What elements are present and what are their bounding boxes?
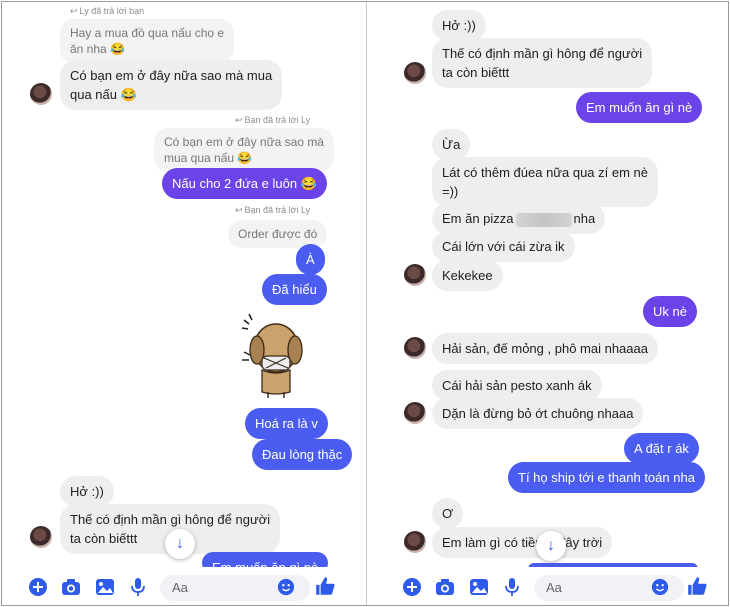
received-message[interactable]: Lát có thêm đúea nữa qua zí em nè =)) [432, 157, 659, 207]
microphone-icon[interactable] [502, 577, 522, 597]
sent-message[interactable]: A đặt r ák [624, 433, 699, 464]
received-message[interactable]: Ừa [432, 129, 471, 160]
left-chat-panel: ↩ Ly đã trả lời bạn Hay a mua đồ qua nấu … [2, 2, 365, 605]
received-message[interactable]: Cái hải sản pesto xanh ák [432, 370, 602, 401]
avatar[interactable] [30, 526, 52, 548]
crying-dog-sticker[interactable] [240, 312, 314, 400]
screenshot-frame: ↩ Ly đã trả lời bạn Hay a mua đồ qua nấu … [1, 1, 729, 606]
right-chat-panel: Hở :)) Thế có định mần gì hông để người … [368, 2, 728, 605]
avatar[interactable] [404, 62, 426, 84]
scroll-down-button[interactable]: ↓ [165, 529, 195, 559]
microphone-icon[interactable] [128, 577, 148, 597]
received-message[interactable]: Hải sản, đế mỏng , phô mai nhaaaa [432, 333, 658, 364]
sent-message[interactable]: À [296, 244, 325, 275]
gallery-icon[interactable] [95, 577, 115, 597]
quoted-message[interactable]: Có bạn em ở đây nữa sao mà mua qua nấu 😂 [154, 128, 334, 172]
reply-header: ↩ Bạn đã trả lời Ly [235, 115, 311, 125]
composer-toolbar: Aa [368, 567, 728, 605]
received-message[interactable]: Hở :)) [60, 476, 114, 507]
received-message[interactable]: Em ăn pizza nha [432, 203, 606, 234]
like-icon[interactable] [314, 575, 336, 597]
sent-message[interactable]: Hoá ra là v [245, 408, 328, 439]
redacted-text [515, 212, 572, 227]
received-message[interactable]: Hở :)) [432, 10, 486, 41]
received-message[interactable]: Thế có định mần gì hông để người ta còn … [432, 38, 653, 88]
sent-message[interactable]: Tí họ ship tới e thanh toán nha [508, 462, 705, 493]
received-message[interactable]: Kekekee [432, 260, 503, 291]
avatar[interactable] [404, 337, 426, 359]
sent-message[interactable]: Em muốn ăn gì nè [576, 92, 703, 123]
like-icon[interactable] [686, 575, 708, 597]
emoji-icon[interactable] [651, 578, 669, 596]
reply-arrow-icon: ↩ [235, 115, 243, 125]
scroll-down-button[interactable]: ↓ [536, 531, 566, 561]
sent-message[interactable]: Nấu cho 2 đứa e luôn 😂 [162, 168, 327, 199]
avatar[interactable] [30, 83, 52, 105]
reply-header: ↩ Ly đã trả lời bạn [70, 6, 145, 16]
avatar[interactable] [404, 264, 426, 286]
scroll-down-icon: ↓ [547, 537, 555, 554]
reply-header: ↩ Bạn đã trả lời Ly [235, 205, 311, 215]
plus-icon[interactable] [28, 577, 48, 597]
received-message[interactable]: Em làm gì có tiền ở đây trời [432, 527, 613, 558]
sent-message[interactable]: Uk nè [643, 296, 697, 327]
received-message[interactable]: Dặn là đừng bỏ ớt chuông nhaaa [432, 398, 644, 429]
camera-icon[interactable] [61, 577, 81, 597]
avatar[interactable] [404, 531, 426, 553]
reply-arrow-icon: ↩ [70, 6, 78, 16]
camera-icon[interactable] [435, 577, 455, 597]
received-message[interactable]: Cái lớn với cái zừa ik [432, 231, 575, 262]
emoji-icon[interactable] [277, 578, 295, 596]
gallery-icon[interactable] [469, 577, 489, 597]
crying-dog-sticker-icon [241, 313, 303, 398]
panel-divider [366, 2, 367, 605]
sent-message[interactable]: Đau lòng thặc [252, 439, 353, 470]
received-message[interactable]: Có bạn em ở đây nữa sao mà mua qua nấu 😂 [60, 60, 283, 110]
plus-icon[interactable] [402, 577, 422, 597]
avatar[interactable] [404, 402, 426, 424]
scroll-down-icon: ↓ [176, 535, 184, 552]
sent-message[interactable]: Đã hiểu [262, 274, 327, 305]
composer-toolbar: Aa [2, 567, 365, 605]
quoted-message[interactable]: Hay a mua đồ qua nấu cho e ăn nha 😂 [60, 19, 235, 63]
received-message[interactable]: Ơ [432, 498, 464, 529]
reply-arrow-icon: ↩ [235, 205, 243, 215]
